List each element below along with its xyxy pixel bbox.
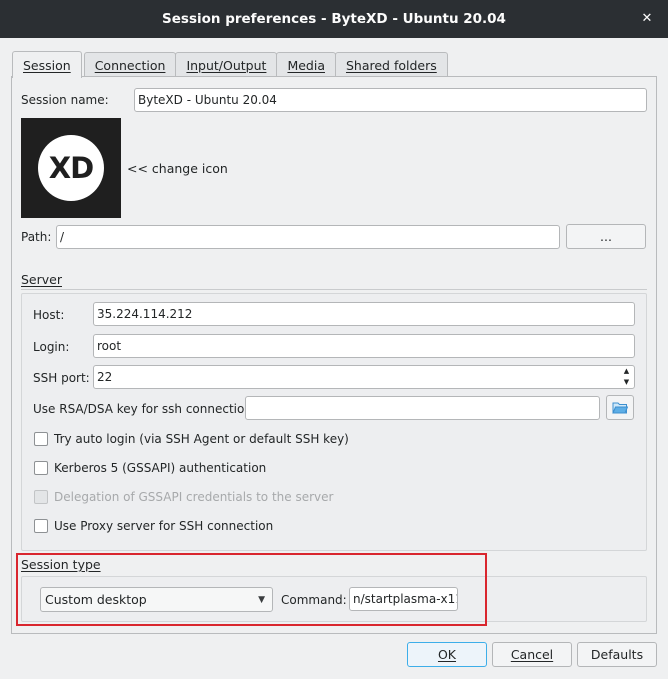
- change-icon-link[interactable]: << change icon: [127, 161, 228, 176]
- cancel-button[interactable]: Cancel: [492, 642, 572, 667]
- spin-up-icon[interactable]: ▲: [624, 367, 629, 376]
- ssh-port-value: 22: [97, 370, 113, 384]
- ssh-port-spin-buttons[interactable]: ▲ ▼: [620, 367, 633, 387]
- kerberos-label: Kerberos 5 (GSSAPI) authentication: [54, 461, 267, 475]
- window-title: Session preferences - ByteXD - Ubuntu 20…: [162, 11, 506, 27]
- title-bar: Session preferences - ByteXD - Ubuntu 20…: [0, 0, 668, 38]
- gssapi-delegation-label: Delegation of GSSAPI credentials to the …: [54, 490, 334, 504]
- auto-login-checkbox-box[interactable]: [34, 432, 48, 446]
- session-name-label: Session name:: [21, 93, 109, 107]
- login-label: Login:: [33, 340, 70, 354]
- defaults-button[interactable]: Defaults: [577, 642, 657, 667]
- path-field[interactable]: /: [56, 225, 560, 249]
- tab-shared-folders[interactable]: Shared folders: [334, 52, 448, 77]
- path-label: Path:: [21, 230, 52, 244]
- host-field[interactable]: 35.224.114.212: [93, 302, 635, 326]
- kerberos-checkbox-box[interactable]: [34, 461, 48, 475]
- tab-session-label: Session: [23, 57, 71, 73]
- session-type-selected: Custom desktop: [45, 592, 147, 607]
- folder-open-icon: [612, 402, 628, 414]
- proxy-label: Use Proxy server for SSH connection: [54, 519, 274, 533]
- ssh-port-label: SSH port:: [33, 371, 90, 385]
- rsa-key-browse-button[interactable]: [606, 395, 634, 420]
- ssh-port-stepper[interactable]: 22 ▲ ▼: [93, 365, 635, 389]
- tab-input-output-label: Input/Output: [186, 57, 267, 73]
- rsa-key-field[interactable]: [245, 396, 600, 420]
- tab-media[interactable]: Media: [276, 52, 336, 77]
- path-browse-button[interactable]: ...: [566, 224, 646, 249]
- session-type-group-title: Session type: [21, 557, 101, 572]
- ok-button[interactable]: OK: [407, 642, 487, 667]
- session-name-field[interactable]: ByteXD - Ubuntu 20.04: [134, 88, 647, 112]
- spin-down-icon[interactable]: ▼: [624, 378, 629, 387]
- session-icon[interactable]: XD: [21, 118, 121, 218]
- auto-login-label: Try auto login (via SSH Agent or default…: [54, 432, 349, 446]
- server-group: Host: 35.224.114.212 Login: root SSH por…: [21, 293, 647, 551]
- proxy-checkbox[interactable]: Use Proxy server for SSH connection: [34, 519, 273, 533]
- tab-bar: Session Connection Input/Output Media Sh…: [12, 51, 448, 78]
- server-group-title: Server: [21, 272, 62, 287]
- rsa-key-label: Use RSA/DSA key for ssh connection:: [33, 402, 256, 416]
- tab-media-label: Media: [287, 57, 325, 73]
- kerberos-checkbox[interactable]: Kerberos 5 (GSSAPI) authentication: [34, 461, 266, 475]
- tab-session[interactable]: Session: [12, 51, 82, 78]
- tab-connection-label: Connection: [94, 57, 166, 73]
- gssapi-delegation-checkbox: Delegation of GSSAPI credentials to the …: [34, 490, 333, 504]
- auto-login-checkbox[interactable]: Try auto login (via SSH Agent or default…: [34, 432, 349, 446]
- defaults-button-label: Defaults: [590, 647, 644, 662]
- proxy-checkbox-box[interactable]: [34, 519, 48, 533]
- session-tab-panel: Session name: ByteXD - Ubuntu 20.04 XD <…: [11, 76, 657, 634]
- ok-button-label: OK: [437, 647, 457, 662]
- command-label: Command:: [281, 593, 347, 607]
- gssapi-delegation-checkbox-box: [34, 490, 48, 504]
- command-field[interactable]: n/startplasma-x11: [349, 587, 458, 611]
- host-label: Host:: [33, 308, 65, 322]
- login-field[interactable]: root: [93, 334, 635, 358]
- session-type-dropdown[interactable]: Custom desktop ▼: [40, 587, 273, 612]
- session-type-group: Custom desktop ▼ Command: n/startplasma-…: [21, 576, 647, 622]
- tab-connection[interactable]: Connection: [83, 52, 177, 77]
- session-icon-logo: XD: [38, 135, 104, 201]
- tab-shared-folders-label: Shared folders: [345, 57, 437, 73]
- server-group-divider: [21, 289, 647, 290]
- cancel-button-label: Cancel: [510, 647, 554, 662]
- tab-input-output[interactable]: Input/Output: [175, 52, 278, 77]
- chevron-down-icon: ▼: [258, 595, 265, 605]
- close-icon[interactable]: ✕: [638, 10, 656, 28]
